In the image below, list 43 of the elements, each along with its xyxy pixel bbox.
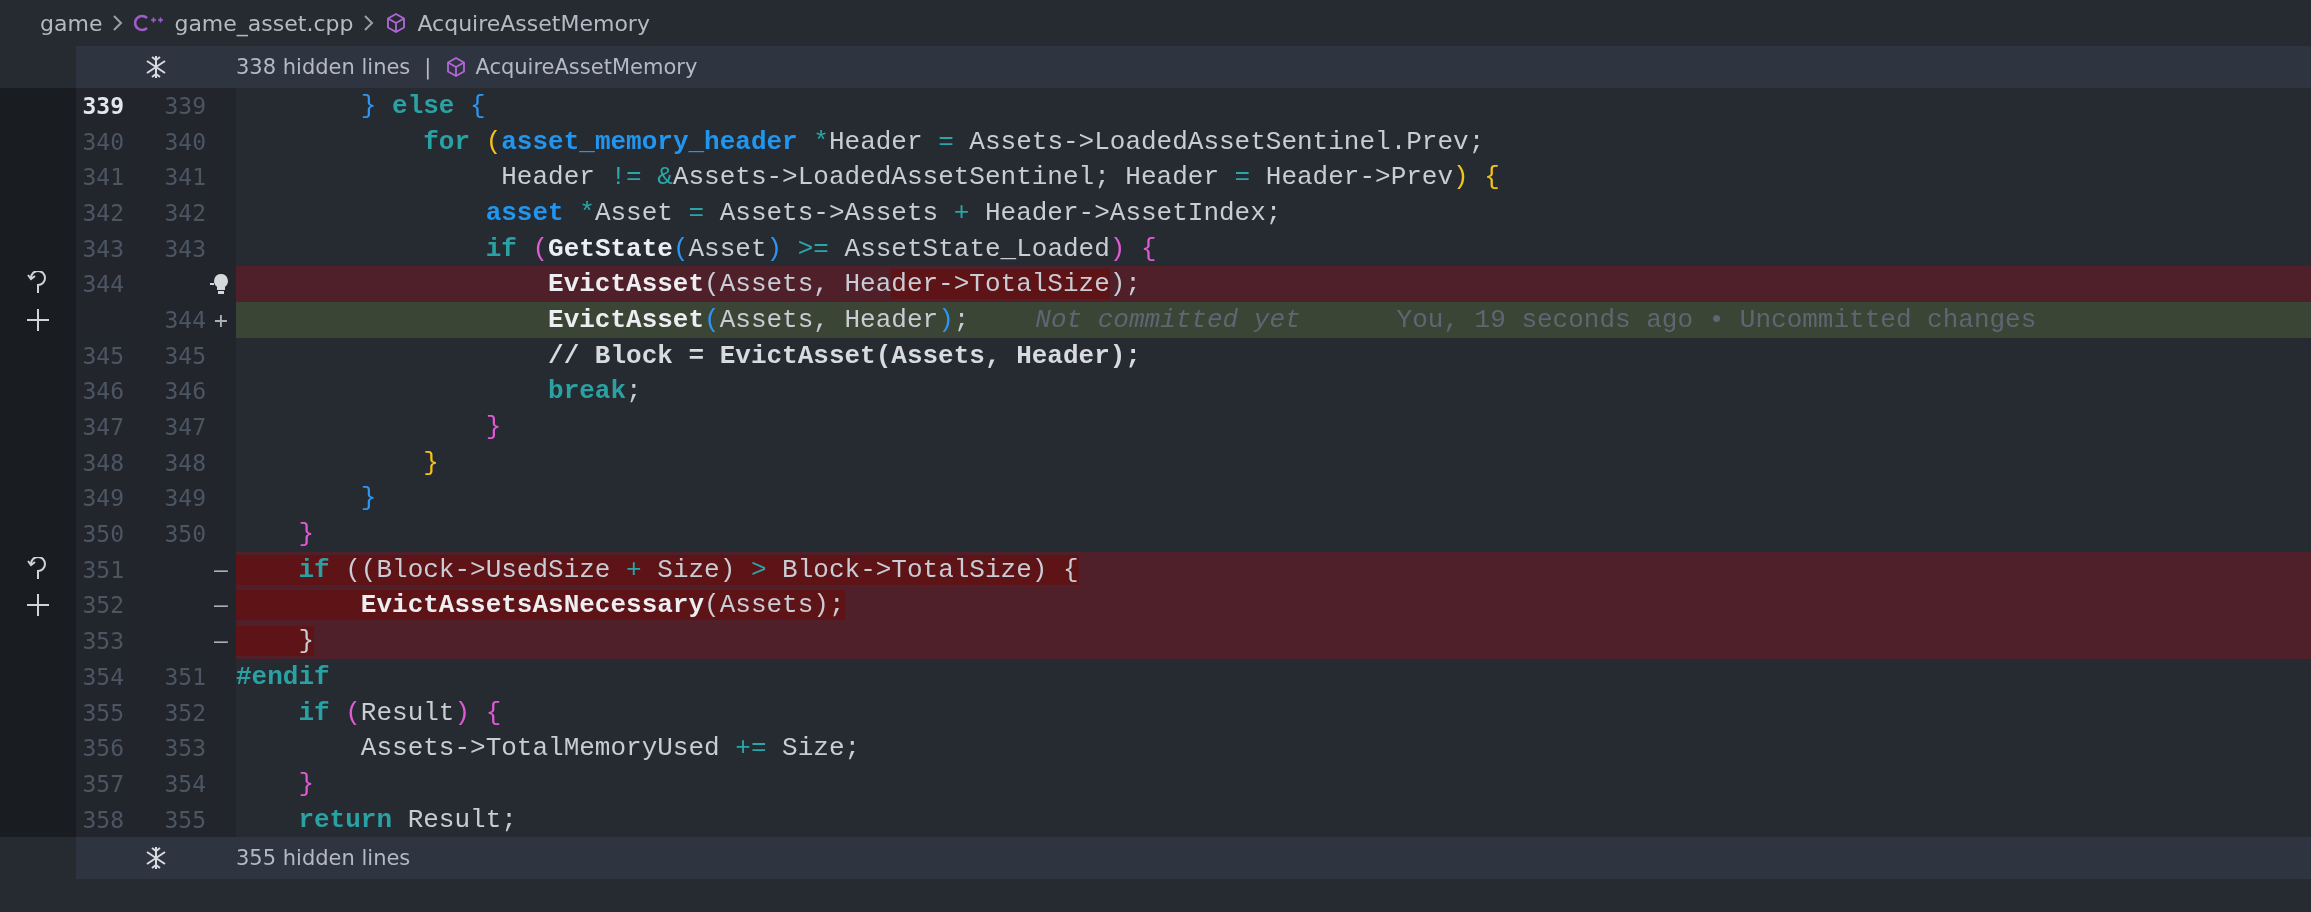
code-line: asset *Asset = Assets->Assets + Header->AssetIndex; bbox=[484, 197, 1282, 228]
code-line: return Result; bbox=[297, 804, 517, 835]
code-line: // Block = EvictAsset(Assets, Header); bbox=[547, 340, 1141, 371]
code-line: Assets->TotalMemoryUsed += Size; bbox=[359, 733, 861, 764]
blame-details: You, 19 seconds ago • Uncommitted changes bbox=[1396, 304, 2037, 335]
code-line: } bbox=[422, 447, 439, 478]
breadcrumb-item[interactable]: game_asset.cpp bbox=[174, 10, 354, 36]
symbol-name: AcquireAssetMemory bbox=[475, 55, 698, 79]
code-line: } bbox=[359, 483, 377, 514]
code-line: } bbox=[297, 768, 314, 799]
breadcrumb-item[interactable]: game bbox=[40, 10, 103, 36]
code-line: EvictAsset(Assets, Header); bbox=[547, 304, 970, 335]
code-line: if ((Block->UsedSize + Size) > Block->TotalSize) { bbox=[236, 554, 1079, 585]
separator: | bbox=[424, 55, 432, 79]
plus-icon[interactable] bbox=[26, 593, 50, 618]
code-line: if (GetState(Asset) >= AssetState_Loaded) { bbox=[484, 233, 1157, 264]
chevron-right-icon bbox=[363, 14, 376, 32]
cube-icon bbox=[445, 56, 468, 78]
code-line: EvictAssetsAsNecessary(Assets); bbox=[236, 590, 845, 621]
line-number: 339 bbox=[82, 92, 124, 119]
code-line: for (asset_memory_header *Header = Assets->LoadedAssetSentinel.Prev; bbox=[422, 126, 1485, 157]
cube-icon bbox=[385, 12, 408, 34]
code-line: Header != &Assets->LoadedAssetSentinel; Header = Header->Prev) { bbox=[500, 162, 1500, 193]
diff-marker: — bbox=[214, 628, 228, 655]
code-line: } else { bbox=[359, 90, 486, 121]
diff-marker: + bbox=[214, 306, 228, 333]
breadcrumb-item[interactable]: AcquireAssetMemory bbox=[417, 10, 650, 36]
expand-icon[interactable] bbox=[144, 54, 168, 80]
code-line: #endif bbox=[236, 661, 330, 692]
code-line: } bbox=[297, 519, 314, 550]
hidden-lines-label[interactable]: 355 hidden lines bbox=[236, 846, 411, 871]
hidden-lines-label[interactable]: 338 hidden lines bbox=[236, 55, 411, 79]
diff-marker: — bbox=[214, 556, 228, 583]
code-line: if (Result) { bbox=[297, 697, 502, 728]
code-line: break; bbox=[547, 376, 642, 407]
diff-marker: — bbox=[214, 592, 228, 619]
plus-icon[interactable] bbox=[26, 307, 50, 332]
expand-icon[interactable] bbox=[144, 845, 168, 872]
code-line: EvictAsset(Assets, Header->TotalSize); bbox=[547, 269, 1141, 300]
code-line: } bbox=[484, 412, 502, 443]
chevron-right-icon bbox=[112, 14, 125, 32]
blame-annotation: Not committed yet bbox=[1035, 304, 1301, 335]
cpp-file-icon bbox=[134, 13, 165, 33]
